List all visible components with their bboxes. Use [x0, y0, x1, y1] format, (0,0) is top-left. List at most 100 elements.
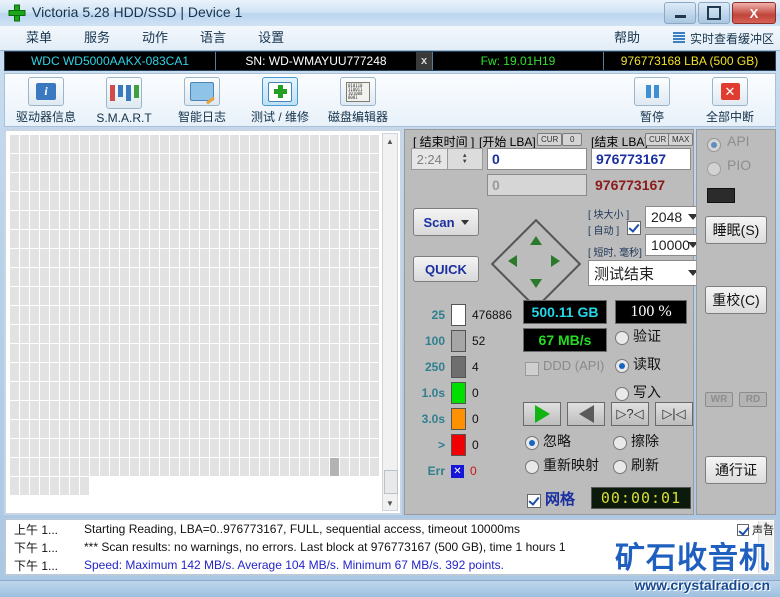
- legend-row: 250 4: [411, 354, 521, 380]
- maximize-button[interactable]: [698, 2, 730, 24]
- sound-toggle[interactable]: 声音: [737, 522, 774, 538]
- map-cell: [360, 363, 369, 381]
- menu-item-service[interactable]: 服务: [68, 26, 126, 50]
- map-cell: [30, 173, 39, 191]
- map-cell: [290, 173, 299, 191]
- auto-label: [ 自动 ]: [588, 226, 620, 237]
- close-button[interactable]: X: [732, 2, 776, 24]
- map-cell: [60, 344, 69, 362]
- map-cell: [360, 192, 369, 210]
- grid-checkbox[interactable]: [527, 494, 541, 508]
- map-cell: [160, 249, 169, 267]
- map-cell: [180, 344, 189, 362]
- quick-button[interactable]: QUICK: [413, 256, 479, 282]
- minimize-button[interactable]: [664, 2, 696, 24]
- map-cell: [50, 325, 59, 343]
- map-cell: [80, 458, 89, 476]
- toolbar-smart-log-button[interactable]: 智能日志: [163, 75, 241, 125]
- dpad-down-icon[interactable]: [530, 279, 542, 288]
- sound-checkbox[interactable]: [737, 524, 749, 536]
- map-cell: [150, 173, 159, 191]
- play-forward-button[interactable]: [523, 402, 561, 426]
- map-cell: [80, 420, 89, 438]
- legend-swatch: [451, 304, 466, 326]
- rd-indicator: RD: [739, 392, 767, 407]
- scroll-down-icon[interactable]: ▼: [383, 496, 397, 510]
- map-cell: [310, 363, 319, 381]
- map-cell: [40, 211, 49, 229]
- step-question-button[interactable]: ▷?◁: [611, 402, 649, 426]
- mode-verify-radio[interactable]: [615, 331, 629, 345]
- grid-label: 网格: [545, 491, 576, 508]
- map-cell: [290, 439, 299, 457]
- mode-read-radio[interactable]: [615, 359, 629, 373]
- action-ignore-radio[interactable]: [525, 436, 539, 450]
- mode-write-radio[interactable]: [615, 387, 629, 401]
- map-scroll-thumb[interactable]: [384, 470, 398, 494]
- toolbar-test-repair-button[interactable]: 测试 / 维修: [241, 75, 319, 125]
- map-cell: [320, 401, 329, 419]
- map-cell: [360, 249, 369, 267]
- scan-status-select[interactable]: 测试结束: [588, 260, 705, 286]
- toolbar-drive-info-button[interactable]: i 驱动器信息: [7, 75, 85, 125]
- sleep-button[interactable]: 睡眠(S): [705, 216, 767, 244]
- sound-label: 声音: [752, 525, 774, 537]
- end-lba-max-button[interactable]: MAX: [668, 133, 694, 146]
- scroll-down-icon[interactable]: ▼: [763, 566, 770, 573]
- end-time-spinner[interactable]: 2:24 ▲ ▼: [411, 148, 483, 170]
- toolbar-pause-button[interactable]: 暂停: [613, 75, 691, 125]
- menu-item-main[interactable]: 菜单: [10, 26, 68, 50]
- map-cell: [270, 192, 279, 210]
- start-lba-input[interactable]: 0: [487, 148, 587, 170]
- legend-threshold: 25: [431, 308, 445, 322]
- dpad-left-icon[interactable]: [508, 255, 517, 267]
- realtime-buffer-link[interactable]: 实时查看缓冲区: [690, 30, 774, 47]
- end-lba-input[interactable]: 976773167: [591, 148, 691, 170]
- scan-button[interactable]: Scan: [413, 208, 479, 236]
- map-cell: [150, 268, 159, 286]
- action-refresh-radio[interactable]: [613, 460, 627, 474]
- map-cell: [180, 192, 189, 210]
- map-cell: [50, 344, 59, 362]
- map-scrollbar[interactable]: ▲ ▼: [382, 133, 398, 511]
- play-backward-button[interactable]: [567, 402, 605, 426]
- menu-item-settings[interactable]: 设置: [242, 26, 300, 50]
- clear-device-button[interactable]: x: [416, 52, 432, 70]
- toolbar-disk-editor-button[interactable]: 010110 110011 101000 0001 磁盘编辑器: [319, 75, 397, 125]
- spinner-arrows-icon[interactable]: ▲ ▼: [446, 149, 482, 169]
- api-radio[interactable]: [707, 138, 721, 152]
- scroll-up-icon[interactable]: ▲: [383, 134, 397, 148]
- menu-item-language[interactable]: 语言: [184, 26, 242, 50]
- map-cell: [120, 287, 129, 305]
- map-cell: [200, 401, 209, 419]
- map-cell: [200, 268, 209, 286]
- menu-item-action[interactable]: 动作: [126, 26, 184, 50]
- surface-map[interactable]: [10, 135, 382, 509]
- pio-radio[interactable]: [707, 162, 721, 176]
- ddd-api-checkbox[interactable]: [525, 362, 539, 376]
- status-indicator: [707, 188, 735, 203]
- map-cell: [140, 268, 149, 286]
- menu-item-help[interactable]: 帮助: [614, 26, 668, 50]
- surface-map-grid[interactable]: [10, 135, 382, 496]
- map-cell: [290, 401, 299, 419]
- map-cell: [170, 287, 179, 305]
- map-cell: [90, 154, 99, 172]
- dpad-up-icon[interactable]: [530, 236, 542, 245]
- skip-button[interactable]: ▷|◁: [655, 402, 693, 426]
- navigation-dpad[interactable]: [490, 218, 582, 310]
- start-lba-zero-button[interactable]: 0: [562, 133, 583, 146]
- start-lba-cur-button[interactable]: CUR: [537, 133, 563, 146]
- toolbar-smart-button[interactable]: S.M.A.R.T: [85, 75, 163, 125]
- map-cell: [210, 249, 219, 267]
- map-cell: [340, 401, 349, 419]
- end-lba-cur-button[interactable]: CUR: [645, 133, 671, 146]
- dpad-right-icon[interactable]: [551, 255, 560, 267]
- action-remap-radio[interactable]: [525, 460, 539, 474]
- map-cell: [330, 268, 339, 286]
- recalibrate-button[interactable]: 重校(C): [705, 286, 767, 314]
- action-erase-radio[interactable]: [613, 436, 627, 450]
- passport-button[interactable]: 通行证: [705, 456, 767, 484]
- auto-checkbox[interactable]: [627, 221, 641, 235]
- toolbar-abort-button[interactable]: ✕ 全部中断: [691, 75, 769, 125]
